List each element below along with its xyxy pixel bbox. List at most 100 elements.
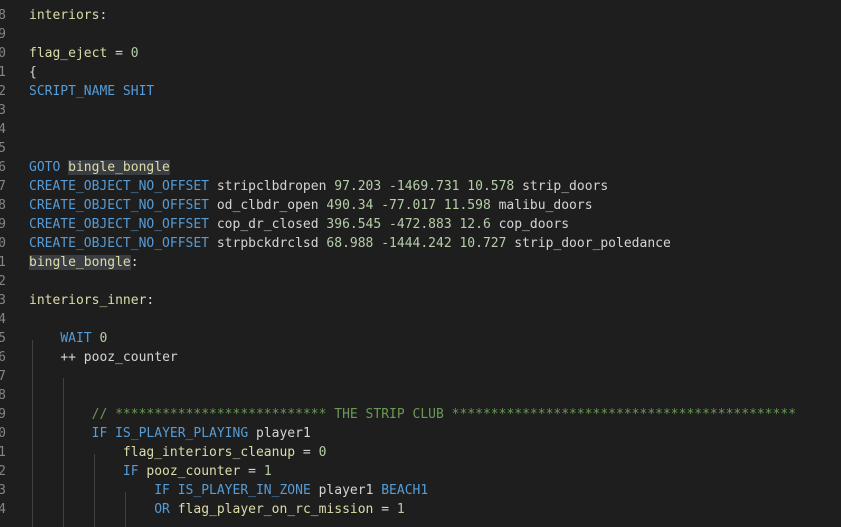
code-token: 0 <box>318 445 327 460</box>
code-line[interactable]: 6 ++ pooz_counter <box>0 348 841 367</box>
code-token: ++ <box>60 350 84 365</box>
line-number: 5 <box>0 141 6 156</box>
code-line[interactable]: 1{ <box>0 63 841 82</box>
code-line[interactable]: 1 flag_interiors_cleanup = 0 <box>0 443 841 462</box>
code-text: IF IS_PLAYER_PLAYING player1 <box>29 424 311 443</box>
code-token: = <box>295 445 319 460</box>
code-text: IF pooz_counter = 1 <box>29 462 272 481</box>
code-text: WAIT 0 <box>29 329 107 348</box>
code-line[interactable]: 3 interiors_inner: <box>0 291 841 310</box>
code-text: GOTO bingle_bongle <box>29 158 170 177</box>
code-line[interactable]: 8 interiors: <box>0 6 841 25</box>
line-number: 2 <box>0 274 6 289</box>
code-line[interactable]: 8 <box>0 386 841 405</box>
code-line[interactable]: 4 <box>0 120 841 139</box>
code-token: stripclbdropen <box>216 179 335 194</box>
code-line[interactable]: 2 <box>0 272 841 291</box>
code-token: interiors <box>29 8 100 23</box>
code-token: CREATE_OBJECT_NO_OFFSET <box>29 198 217 213</box>
line-number: 5 <box>0 331 6 346</box>
code-token: 97.203 -1469.731 10.578 <box>334 179 523 194</box>
code-token: bingle_bongle <box>68 160 170 175</box>
code-token: 0 <box>99 331 108 346</box>
line-number: 1 <box>0 65 6 80</box>
code-token: flag_player_on_rc_mission <box>177 502 374 517</box>
code-text: bingle_bongle: <box>29 253 139 272</box>
code-text: ++ pooz_counter <box>29 348 178 367</box>
code-line[interactable]: 4 OR flag_player_on_rc_mission = 1 <box>0 500 841 519</box>
code-token: IF IS_PLAYER_PLAYING <box>91 426 256 441</box>
code-line[interactable]: 3 IF IS_PLAYER_IN_ZONE player1 BEACH1 <box>0 481 841 500</box>
line-number: 6 <box>0 160 6 175</box>
code-token: = <box>240 464 264 479</box>
line-number: 4 <box>0 122 6 137</box>
code-line[interactable]: 0 flag_eject = 0 <box>0 44 841 63</box>
code-text: CREATE_OBJECT_NO_OFFSET strpbckdrclsd 68… <box>29 234 671 253</box>
code-line[interactable]: 4 <box>0 310 841 329</box>
line-number: 8 <box>0 198 6 213</box>
code-line[interactable]: 0 CREATE_OBJECT_NO_OFFSET strpbckdrclsd 6… <box>0 234 841 253</box>
code-token: pooz_counter <box>83 350 178 365</box>
code-line[interactable]: 3 <box>0 101 841 120</box>
code-token: strpbckdrclsd <box>216 236 327 251</box>
code-token: OR <box>154 502 178 517</box>
code-token: player1 <box>318 483 382 498</box>
code-line[interactable]: 6 GOTO bingle_bongle <box>0 158 841 177</box>
code-editor[interactable]: 78interiors:90flag_eject = 01{2SCRIPT_NA… <box>0 0 841 527</box>
line-number: 0 <box>0 426 6 441</box>
code-line[interactable]: 5 WAIT 0 <box>0 329 841 348</box>
code-token: 1 <box>263 464 272 479</box>
code-token: 490.34 -77.017 11.598 <box>326 198 499 213</box>
code-line[interactable]: 9 <box>0 25 841 44</box>
code-line[interactable]: 8 CREATE_OBJECT_NO_OFFSET od_clbdr_open 4… <box>0 196 841 215</box>
code-token: = <box>107 46 131 61</box>
code-token: 68.988 -1444.242 10.727 <box>326 236 515 251</box>
line-number: 8 <box>0 388 6 403</box>
code-line[interactable]: 0 IF IS_PLAYER_PLAYING player1 <box>0 424 841 443</box>
code-token: : <box>99 8 108 23</box>
code-token: flag_interiors_cleanup <box>122 445 296 460</box>
code-token: SCRIPT_NAME SHIT <box>29 84 155 99</box>
code-text: CREATE_OBJECT_NO_OFFSET cop_dr_closed 39… <box>29 215 569 234</box>
code-token: cop_dr_closed <box>216 217 327 232</box>
code-token: { <box>29 65 37 80</box>
line-number: 1 <box>0 255 6 270</box>
line-number: 9 <box>0 217 6 232</box>
line-number: 0 <box>0 236 6 251</box>
code-token: strip_doors <box>522 179 609 194</box>
code-line[interactable]: 2 IF pooz_counter = 1 <box>0 462 841 481</box>
line-number: 2 <box>0 84 6 99</box>
code-token: 396.545 -472.883 12.6 <box>326 217 499 232</box>
line-number: 4 <box>0 502 6 517</box>
code-line[interactable]: 5 <box>0 139 841 158</box>
code-token: player1 <box>256 426 311 441</box>
line-number: 8 <box>0 8 6 23</box>
line-number: 4 <box>0 312 6 327</box>
code-line[interactable]: 7 CREATE_OBJECT_NO_OFFSET stripclbdropen … <box>0 177 841 196</box>
line-number: 7 <box>0 179 6 194</box>
code-line[interactable]: 7 <box>0 367 841 386</box>
line-number: 2 <box>0 464 6 479</box>
code-token: interiors_inner <box>29 293 147 308</box>
line-number: 1 <box>0 445 6 460</box>
code-token: = <box>373 502 397 517</box>
code-token: WAIT <box>60 331 100 346</box>
code-text: flag_interiors_cleanup = 0 <box>29 443 327 462</box>
code-text: interiors_inner: <box>29 291 154 310</box>
line-number: 9 <box>0 407 6 422</box>
line-number: 7 <box>0 369 6 384</box>
line-number: 9 <box>0 27 6 42</box>
code-line[interactable]: 9 CREATE_OBJECT_NO_OFFSET cop_dr_closed 3… <box>0 215 841 234</box>
code-line[interactable]: 9 // *************************** THE STR… <box>0 405 841 424</box>
code-token: GOTO <box>29 160 69 175</box>
code-line[interactable]: 1 bingle_bongle: <box>0 253 841 272</box>
code-token: strip_door_poledance <box>514 236 671 251</box>
code-token: : <box>130 255 139 270</box>
code-token: 0 <box>130 46 139 61</box>
code-line[interactable]: 2 SCRIPT_NAME SHIT <box>0 82 841 101</box>
